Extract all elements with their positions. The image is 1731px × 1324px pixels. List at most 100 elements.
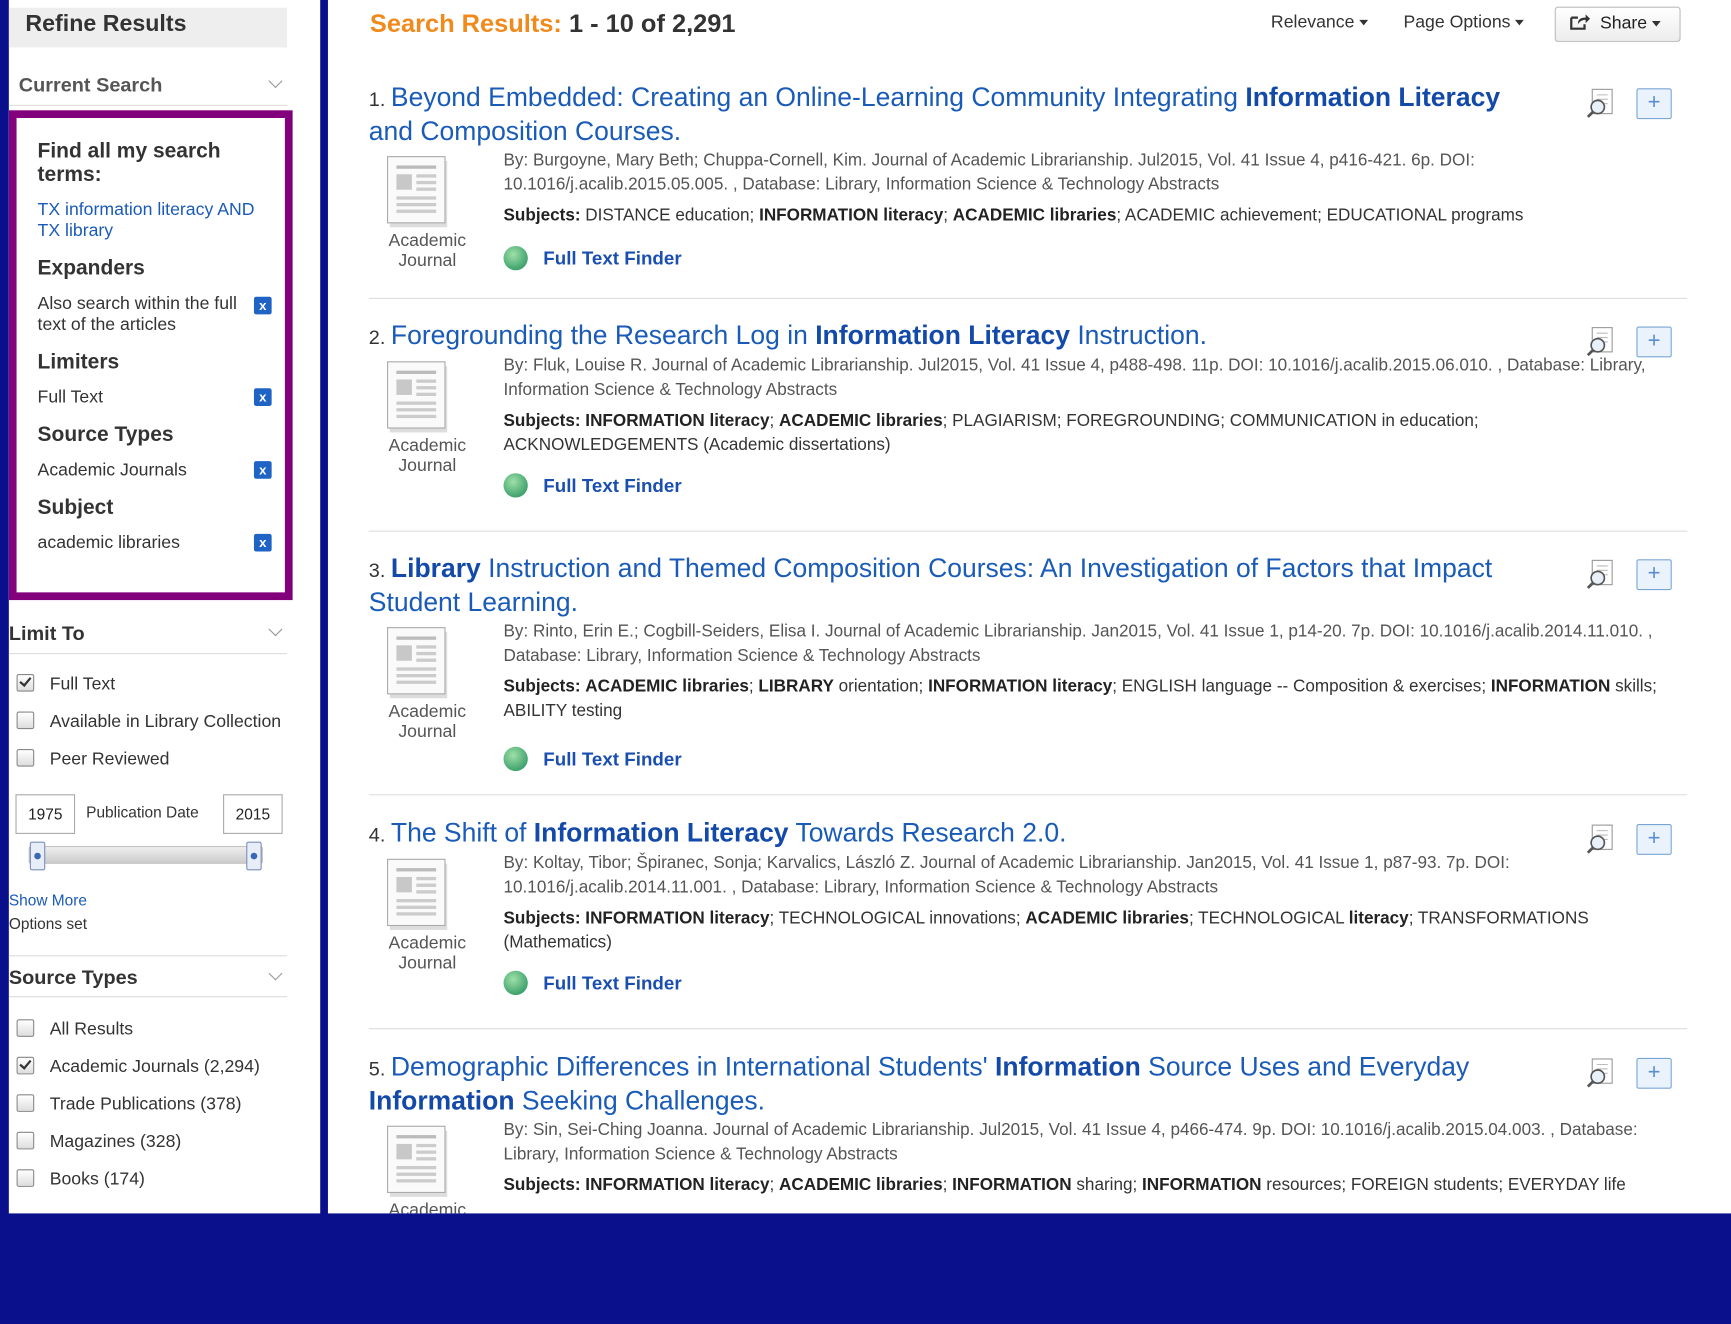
slider-handle-start[interactable] [29, 841, 46, 871]
full-text-finder-globe-icon [503, 245, 528, 270]
source-types-current-label: Source Types [37, 423, 174, 447]
result-subjects: Subjects: INFORMATION literacy; TECHNOLO… [503, 908, 1589, 952]
chevron-down-icon[interactable] [268, 74, 283, 89]
result-number: 1. [368, 88, 391, 111]
result-item: 1. Beyond Embedded: Creating an Online-L… [368, 82, 1688, 299]
full-text-finder-link[interactable]: Full Text Finder [503, 472, 682, 499]
checkbox-icon[interactable] [16, 1169, 35, 1187]
source-option-label: Magazines (328) [49, 1132, 182, 1152]
full-text-finder-globe-icon [503, 970, 528, 995]
result-title-link[interactable]: 2. Foregrounding the Research Log in Inf… [369, 320, 1528, 354]
source-magazines-option[interactable]: Magazines (328) [16, 1131, 182, 1157]
slider-handle-end[interactable] [246, 841, 262, 871]
document-thumbnail-icon [387, 858, 448, 930]
result-title-text[interactable]: Beyond Embedded: Creating an Online-Lear… [369, 83, 1500, 147]
add-to-folder-icon[interactable]: + [1636, 559, 1672, 591]
result-item: 5. Demographic Differences in Internatio… [369, 1051, 1687, 1213]
page-options-dropdown[interactable]: Page Options [1403, 13, 1524, 33]
remove-expander-x-icon[interactable]: x [253, 296, 272, 315]
add-to-folder-icon[interactable]: + [1636, 88, 1672, 120]
relevance-sort-dropdown[interactable]: Relevance [1271, 13, 1368, 33]
limit-option-label: Peer Reviewed [49, 750, 170, 769]
result-title-text[interactable]: The Shift of Information Literacy Toward… [391, 819, 1067, 849]
checkbox-icon[interactable] [16, 711, 35, 729]
result-number: 3. [368, 559, 391, 582]
checkbox-icon[interactable] [16, 748, 35, 767]
publication-type-line1: Academic [388, 436, 467, 456]
checkbox-icon[interactable] [16, 1094, 35, 1112]
source-types-current-group: Source Types Academic Journals x [38, 424, 272, 481]
checkbox-icon[interactable] [16, 673, 35, 692]
full-text-finder-label: Full Text Finder [543, 972, 682, 994]
publication-date-slider[interactable] [28, 841, 263, 871]
preview-magnifier-icon[interactable] [1586, 824, 1615, 855]
add-to-folder-icon[interactable]: + [1636, 824, 1672, 855]
chevron-down-icon[interactable] [268, 622, 283, 637]
result-title-link[interactable]: 1. Beyond Embedded: Creating an Online-L… [369, 82, 1528, 148]
preview-magnifier-icon[interactable] [1586, 88, 1615, 119]
limit-library-collection-option[interactable]: Available in Library Collection [16, 710, 282, 736]
publication-type-line2: Journal [398, 251, 457, 271]
source-trade-publications-option[interactable]: Trade Publications (378) [16, 1093, 242, 1119]
limit-option-label: Full Text [49, 675, 116, 694]
chevron-down-icon[interactable] [268, 966, 283, 981]
add-to-folder-icon[interactable]: + [1636, 1057, 1672, 1089]
source-type-value: Academic Journals [37, 461, 187, 480]
remove-source-type-x-icon[interactable]: x [253, 461, 272, 479]
result-title-link[interactable]: 4. The Shift of Information Literacy Tow… [369, 817, 1528, 851]
relevance-label: Relevance [1270, 13, 1355, 32]
limit-peer-reviewed-option[interactable]: Peer Reviewed [16, 748, 170, 774]
show-more-link[interactable]: Show More [9, 891, 87, 909]
checkbox-icon[interactable] [16, 1019, 35, 1037]
source-all-results-option[interactable]: All Results [16, 1018, 133, 1044]
publication-type: Academic Journal [369, 934, 486, 974]
result-byline: By: Koltay, Tibor; Špiranec, Sonja; Karv… [503, 853, 1510, 897]
share-icon [1570, 14, 1591, 30]
result-byline: By: Fluk, Louise R. Journal of Academic … [503, 356, 1646, 400]
caret-down-icon [1358, 20, 1368, 26]
find-all-label: Find all my search terms: [37, 140, 221, 187]
result-title-text[interactable]: Library Instruction and Themed Compositi… [369, 554, 1492, 618]
search-query-link[interactable]: TX information literacy AND TX library [38, 200, 272, 242]
publication-date-from-input[interactable]: 1975 [15, 794, 76, 834]
result-subjects: Subjects: DISTANCE education; INFORMATIO… [503, 206, 1524, 226]
share-button[interactable]: Share [1554, 6, 1681, 42]
add-to-folder-icon[interactable]: + [1636, 326, 1672, 358]
full-text-finder-link[interactable]: Full Text Finder [503, 970, 682, 997]
limit-full-text-option[interactable]: Full Text [16, 673, 116, 699]
current-search-toggle[interactable]: Current Search [8, 64, 288, 106]
result-title-text[interactable]: Demographic Differences in International… [369, 1052, 1469, 1116]
preview-magnifier-icon[interactable] [1586, 327, 1615, 358]
publication-date-to-input[interactable]: 2015 [223, 794, 283, 834]
limiters-group: Limiters Full Text x [38, 351, 272, 408]
limit-to-toggle[interactable]: Limit To [8, 612, 288, 655]
subject-value: academic libraries [37, 533, 180, 553]
source-academic-journals-option[interactable]: Academic Journals (2,294) [16, 1056, 260, 1082]
checkbox-icon[interactable] [16, 1131, 35, 1150]
publication-date-label: Publication Date [86, 803, 199, 821]
document-thumbnail-icon [387, 361, 448, 433]
source-option-label: Books (174) [49, 1170, 145, 1190]
result-title-link[interactable]: 3. Library Instruction and Themed Compos… [369, 553, 1528, 619]
full-text-finder-link[interactable]: Full Text Finder [503, 245, 682, 272]
remove-limiter-x-icon[interactable]: x [253, 388, 272, 406]
result-title-link[interactable]: 5. Demographic Differences in Internatio… [369, 1051, 1528, 1117]
source-books-option[interactable]: Books (174) [16, 1168, 145, 1194]
full-text-finder-globe-icon [503, 746, 528, 771]
source-types-toggle[interactable]: Source Types [8, 955, 288, 998]
remove-subject-x-icon[interactable]: x [253, 533, 272, 552]
full-text-finder-link[interactable]: Full Text Finder [503, 746, 682, 773]
publication-type: Academic Journal [369, 232, 486, 272]
preview-magnifier-icon[interactable] [1586, 559, 1615, 590]
caret-down-icon [1651, 21, 1661, 27]
checkbox-icon[interactable] [16, 1056, 35, 1075]
expanders-label: Expanders [37, 257, 145, 281]
source-option-label: Academic Journals (2,294) [49, 1057, 260, 1077]
caret-down-icon [1514, 20, 1524, 26]
publication-type: Academic Journal [369, 437, 486, 477]
full-text-finder-label: Full Text Finder [543, 248, 682, 270]
publication-type-line1: Academic [388, 1201, 467, 1214]
expanders-group: Expanders Also search within the full te… [38, 257, 272, 335]
preview-magnifier-icon[interactable] [1586, 1058, 1615, 1089]
result-title-text[interactable]: Foregrounding the Research Log in Inform… [391, 321, 1207, 351]
